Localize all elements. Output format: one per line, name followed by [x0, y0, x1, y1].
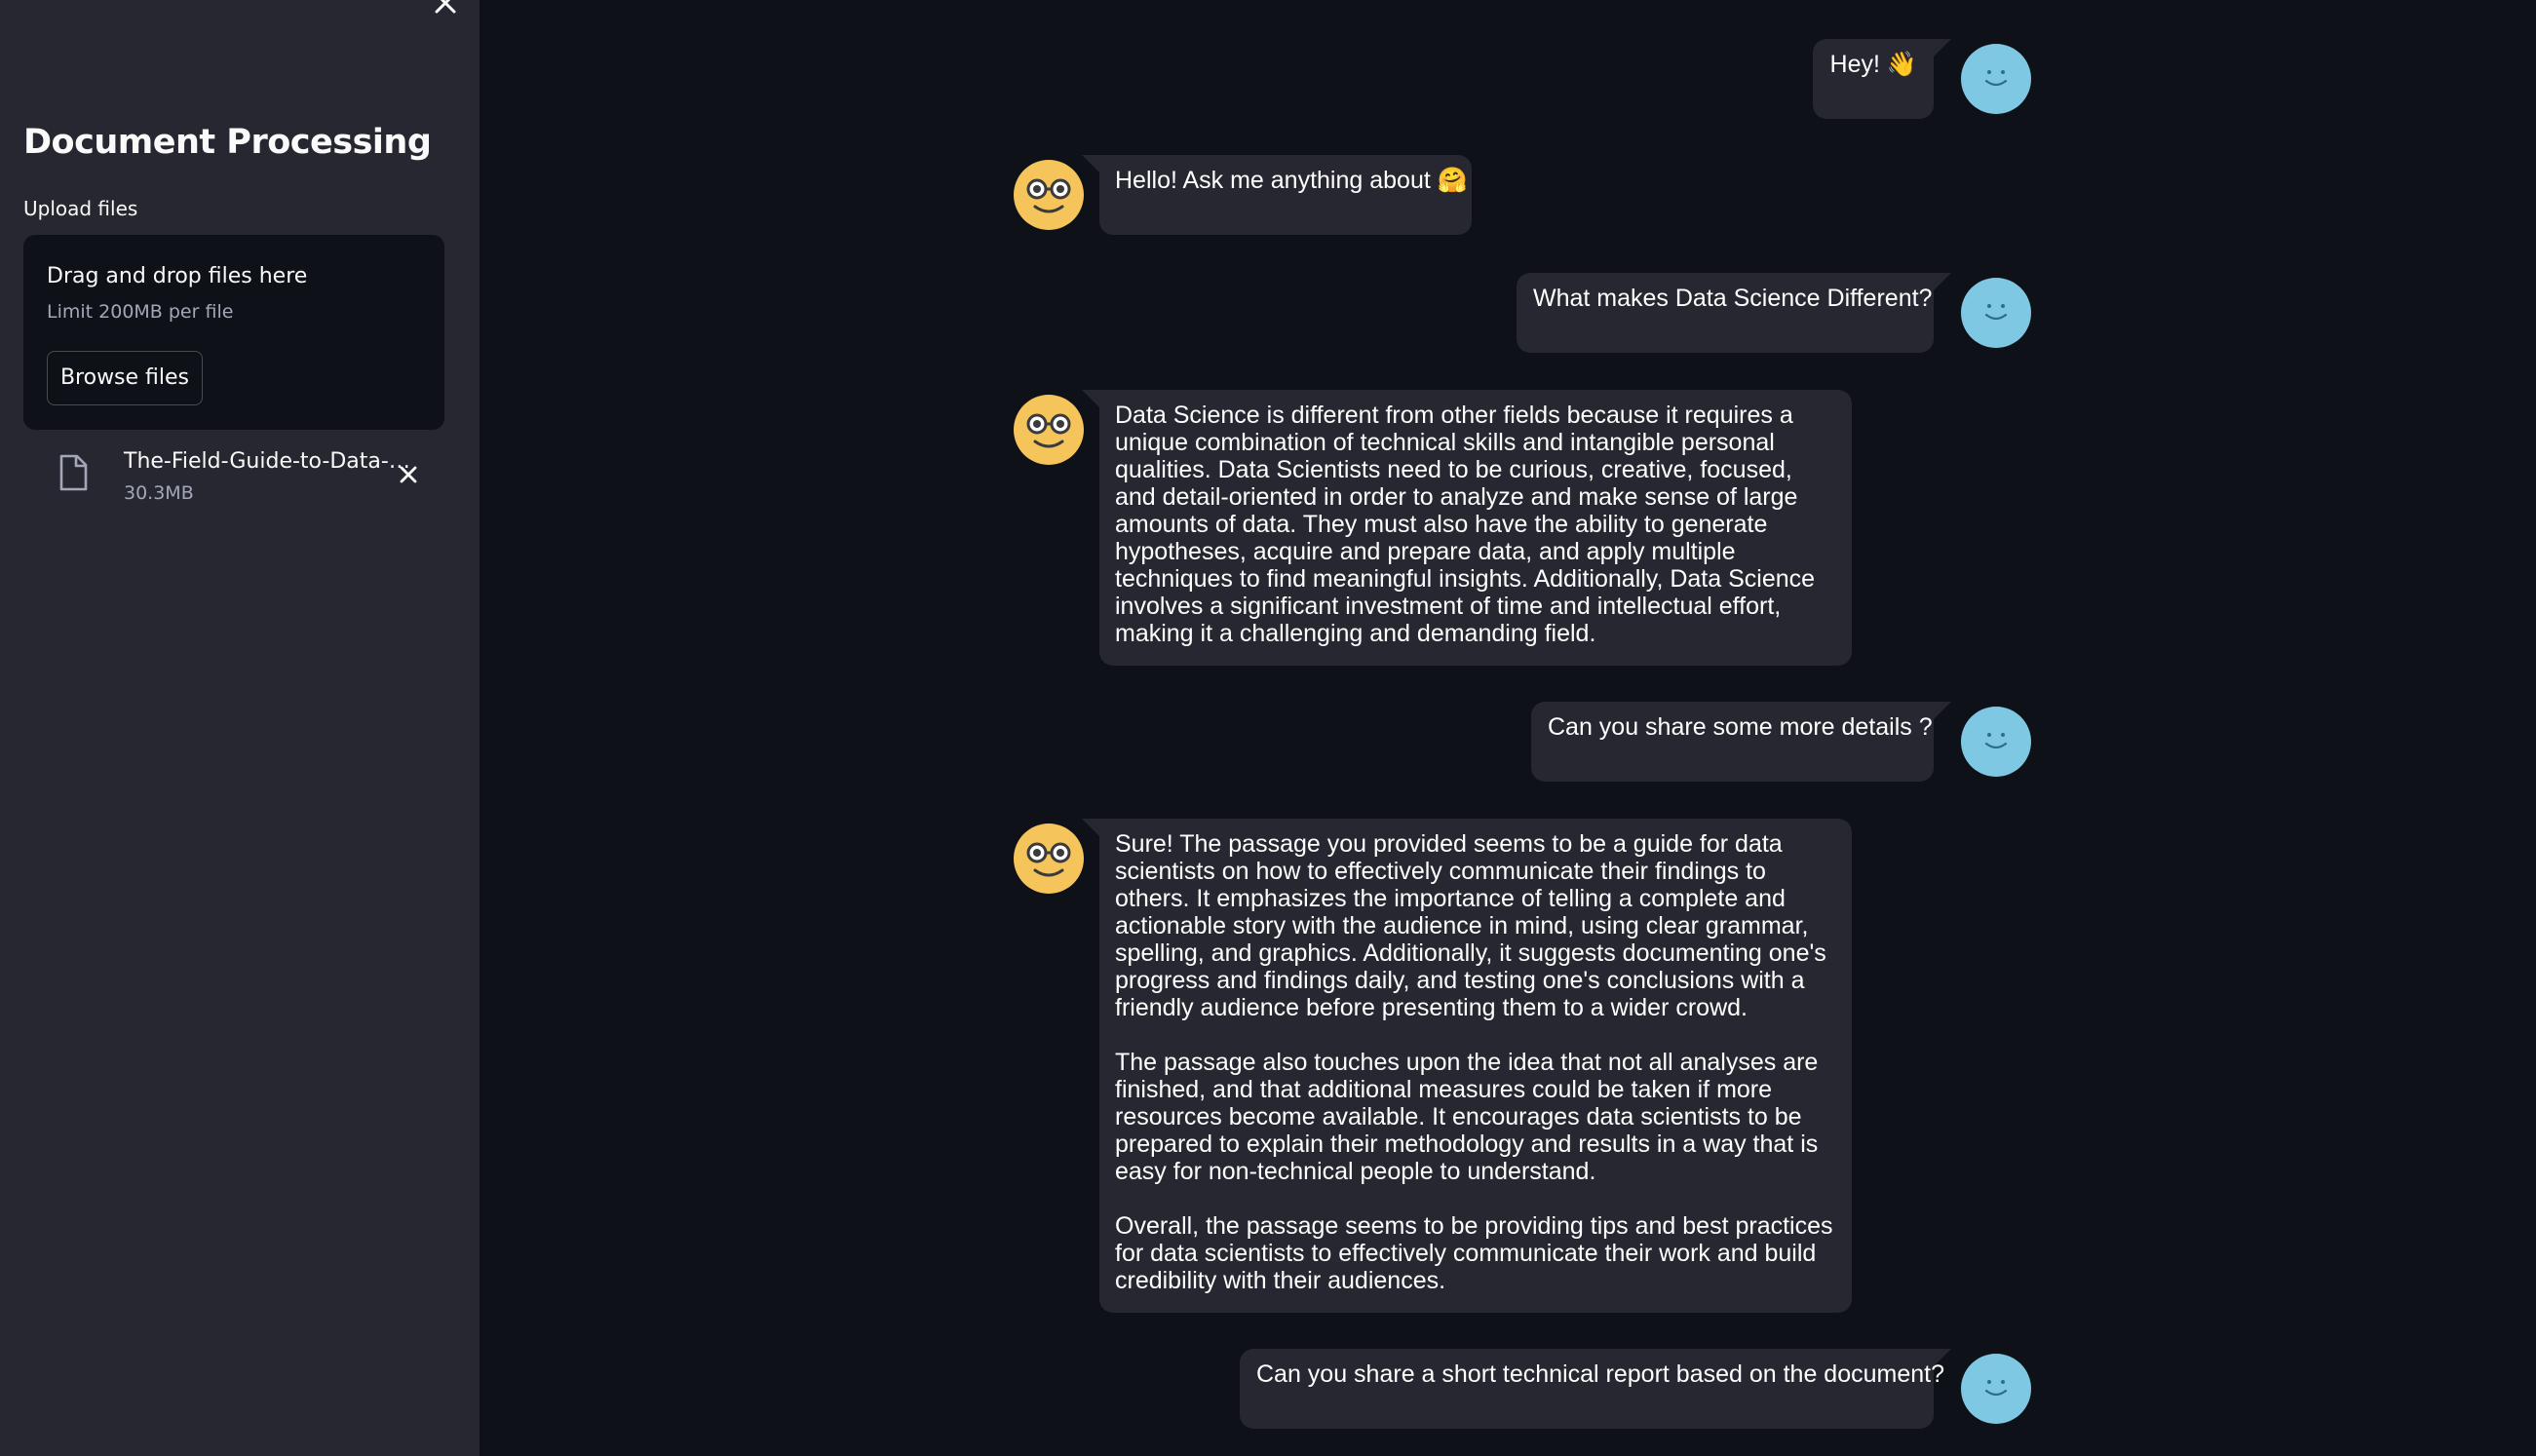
assistant-message: Data Science is different from other fie…	[1082, 390, 1852, 666]
message-text: Hello! Ask me anything about 🤗	[1115, 167, 1468, 194]
user-avatar-icon	[1961, 707, 2031, 777]
uploaded-file-item: The-Field-Guide-to-Data-… 30.3MB	[23, 444, 444, 513]
chat-area: Hey! 👋 Hello! Ask me anything about 🤗 Wh…	[480, 0, 2536, 1456]
dropzone-limit: Limit 200MB per file	[47, 301, 234, 323]
file-name: The-Field-Guide-to-Data-…	[124, 449, 410, 474]
message-text: Can you share some more details ?	[1548, 713, 1933, 741]
user-avatar-icon	[1961, 1354, 2031, 1424]
sidebar: Document Processing Upload files Drag an…	[0, 0, 480, 1456]
user-message: Hey! 👋	[1813, 39, 1951, 119]
message-text: What makes Data Science Different?	[1533, 285, 1933, 312]
bot-avatar-icon	[1014, 824, 1084, 894]
assistant-message: Hello! Ask me anything about 🤗	[1082, 155, 1472, 235]
app-menu-icon[interactable]	[2472, 0, 2511, 12]
message-paragraph: The passage also touches upon the idea t…	[1115, 1049, 1819, 1185]
message-paragraph: Overall, the passage seems to be providi…	[1115, 1212, 1833, 1294]
dropzone-title: Drag and drop files here	[47, 264, 308, 288]
close-icon[interactable]	[394, 460, 423, 489]
file-size: 30.3MB	[124, 482, 194, 504]
message-text: Hey! 👋	[1829, 51, 1917, 78]
file-dropzone[interactable]: Drag and drop files here Limit 200MB per…	[23, 235, 444, 430]
assistant-message: Sure! The passage you provided seems to …	[1082, 819, 1852, 1313]
user-avatar-icon	[1961, 44, 2031, 114]
message-paragraph: Data Science is different from other fie…	[1115, 402, 1816, 647]
bot-avatar-icon	[1014, 160, 1084, 230]
upload-files-label: Upload files	[23, 197, 138, 220]
file-icon	[59, 454, 88, 491]
bot-avatar-icon	[1014, 395, 1084, 465]
message-text: Can you share a short technical report b…	[1256, 1360, 1944, 1388]
user-message: What makes Data Science Different?	[1517, 273, 1951, 353]
message-paragraph: Sure! The passage you provided seems to …	[1115, 830, 1826, 1021]
close-icon[interactable]	[429, 0, 462, 19]
user-message: Can you share some more details ?	[1531, 702, 1951, 782]
browse-files-button[interactable]: Browse files	[47, 351, 203, 405]
user-message: Can you share a short technical report b…	[1240, 1349, 1951, 1429]
user-avatar-icon	[1961, 278, 2031, 348]
sidebar-title: Document Processing	[23, 123, 432, 162]
